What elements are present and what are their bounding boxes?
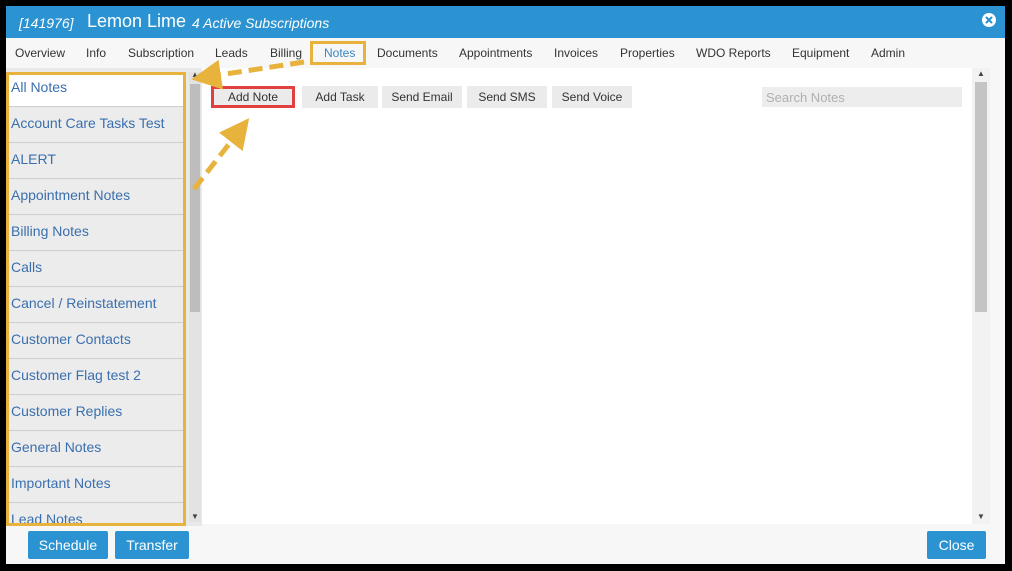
tab-documents[interactable]: Documents	[377, 46, 438, 60]
customer-modal: [141976] Lemon Lime 4 Active Subscriptio…	[6, 6, 1005, 564]
modal-titlebar: [141976] Lemon Lime 4 Active Subscriptio…	[6, 6, 1005, 38]
sidebar-scrollbar[interactable]: ▲ ▼	[189, 70, 201, 522]
notes-category-sidebar: All Notes Account Care Tasks Test ALERT …	[6, 68, 202, 526]
tab-equipment[interactable]: Equipment	[792, 46, 849, 60]
search-notes-input[interactable]	[762, 87, 962, 107]
sidebar-item-customer-contacts[interactable]: Customer Contacts	[6, 324, 186, 359]
subscriptions-count: 4 Active Subscriptions	[192, 15, 330, 31]
tab-invoices[interactable]: Invoices	[554, 46, 598, 60]
customer-id: [141976]	[19, 15, 74, 31]
tab-admin[interactable]: Admin	[871, 46, 905, 60]
tab-overview[interactable]: Overview	[15, 46, 65, 60]
schedule-button[interactable]: Schedule	[28, 531, 108, 559]
notes-tab-highlight	[310, 41, 366, 65]
send-voice-button[interactable]: Send Voice	[552, 86, 632, 108]
sidebar-item-lead-notes[interactable]: Lead Notes	[6, 504, 186, 526]
tab-subscription[interactable]: Subscription	[128, 46, 194, 60]
scroll-down-icon[interactable]: ▼	[191, 512, 199, 521]
sidebar-item-calls[interactable]: Calls	[6, 252, 186, 287]
tab-bar: Overview Info Subscription Leads Billing…	[6, 38, 1005, 68]
close-button[interactable]: Close	[927, 531, 986, 559]
scroll-up-icon[interactable]: ▲	[191, 70, 199, 79]
tab-leads[interactable]: Leads	[215, 46, 248, 60]
sidebar-item-customer-flag-test-2[interactable]: Customer Flag test 2	[6, 360, 186, 395]
add-note-button[interactable]: Add Note	[211, 86, 295, 108]
sidebar-item-general-notes[interactable]: General Notes	[6, 432, 186, 467]
tab-appointments[interactable]: Appointments	[459, 46, 532, 60]
sidebar-item-alert[interactable]: ALERT	[6, 144, 186, 179]
tab-wdo-reports[interactable]: WDO Reports	[696, 46, 771, 60]
tab-properties[interactable]: Properties	[620, 46, 675, 60]
sidebar-item-customer-replies[interactable]: Customer Replies	[6, 396, 186, 431]
sidebar-item-appointment-notes[interactable]: Appointment Notes	[6, 180, 186, 215]
transfer-button[interactable]: Transfer	[115, 531, 189, 559]
sidebar-item-account-care-tasks-test[interactable]: Account Care Tasks Test	[6, 108, 186, 143]
sidebar-scroll-thumb[interactable]	[190, 84, 200, 312]
sidebar-item-cancel-reinstatement[interactable]: Cancel / Reinstatement	[6, 288, 186, 323]
notes-content-area: Add Note Add Task Send Email Send SMS Se…	[202, 68, 972, 524]
send-email-button[interactable]: Send Email	[382, 86, 462, 108]
tab-billing[interactable]: Billing	[270, 46, 302, 60]
sidebar-item-all-notes[interactable]: All Notes	[6, 72, 186, 107]
customer-name: Lemon Lime	[87, 11, 187, 31]
send-sms-button[interactable]: Send SMS	[467, 86, 547, 108]
scroll-down-icon[interactable]: ▼	[977, 512, 985, 521]
content-scrollbar[interactable]: ▲ ▼	[972, 68, 990, 524]
sidebar-item-important-notes[interactable]: Important Notes	[6, 468, 186, 503]
scroll-up-icon[interactable]: ▲	[977, 69, 985, 78]
add-task-button[interactable]: Add Task	[302, 86, 378, 108]
content-scroll-thumb[interactable]	[975, 82, 987, 312]
tab-info[interactable]: Info	[86, 46, 106, 60]
sidebar-item-billing-notes[interactable]: Billing Notes	[6, 216, 186, 251]
close-icon[interactable]	[982, 13, 996, 27]
